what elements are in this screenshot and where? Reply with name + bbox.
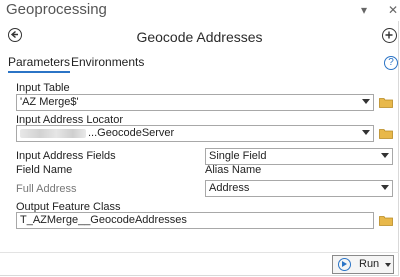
chevron-down-icon[interactable] [381,153,389,158]
full-address-dropdown[interactable]: Address [205,180,393,197]
folder-icon[interactable] [379,128,393,139]
chevron-down-icon[interactable] [381,185,389,190]
field-name-header: Field Name [16,164,73,176]
folder-icon[interactable] [379,97,393,108]
add-plus-icon[interactable] [382,28,397,43]
full-address-value: Address [209,182,250,194]
chevron-down-icon[interactable] [362,130,370,135]
input-table-label: Input Table [16,82,70,94]
chevron-down-icon[interactable] [362,99,370,104]
close-icon[interactable]: ✕ [388,3,398,17]
run-label: Run [359,258,380,270]
tab-environments[interactable]: Environments [71,55,144,71]
pane-title: Geoprocessing [6,1,107,18]
pin-icon[interactable]: ▾ [361,3,367,17]
footer-divider [0,252,399,253]
tab-strip: Parameters Environments ? [0,55,399,75]
full-address-label: Full Address [16,183,77,195]
chevron-down-icon[interactable] [385,263,391,267]
input-table-dropdown[interactable]: 'AZ Merge$' [16,94,374,111]
address-fields-label: Input Address Fields [16,150,116,162]
play-icon [338,258,351,271]
alias-name-header: Alias Name [205,164,262,176]
locator-dropdown[interactable]: ...GeocodeServer [16,125,374,142]
pane-titlebar: Geoprocessing ▾ ✕ [0,0,399,21]
output-feature-class-field[interactable]: T_AZMerge__GeocodeAddresses [16,212,374,229]
help-icon[interactable]: ? [384,56,398,70]
locator-value: GeocodeServer [97,127,175,139]
tab-parameters[interactable]: Parameters [8,55,71,73]
tool-header: Geocode Addresses [0,24,399,50]
folder-icon[interactable] [379,215,393,226]
output-value: T_AZMerge__GeocodeAddresses [20,214,187,226]
geoprocessing-pane: Geoprocessing ▾ ✕ Geocode Addresses Para… [0,0,399,276]
redacted-path [20,128,86,138]
input-table-value: 'AZ Merge$' [20,96,79,108]
locator-prefix: ... [88,127,98,139]
address-fields-value: Single Field [209,150,267,162]
address-fields-dropdown[interactable]: Single Field [205,148,393,165]
tool-title: Geocode Addresses [136,29,263,45]
run-button[interactable]: Run [332,255,394,274]
